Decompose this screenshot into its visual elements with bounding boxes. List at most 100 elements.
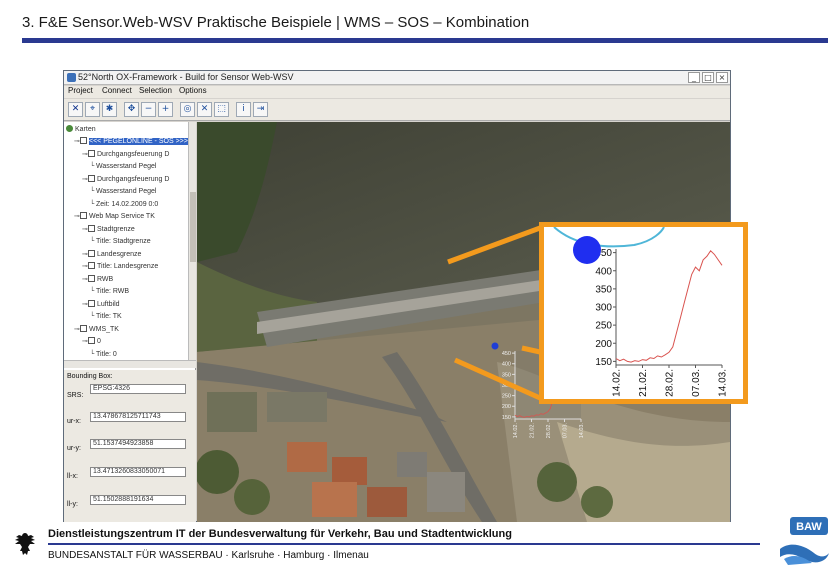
tree-item[interactable]: ⊸ Durchgangsfeuerung D bbox=[82, 174, 169, 185]
x-tick-label: 14.03. bbox=[579, 423, 585, 439]
y-tick-label: 450 bbox=[502, 351, 511, 357]
x-tick-label: 07.03. bbox=[562, 423, 568, 439]
tree-item[interactable]: ⊸ WMS_TK bbox=[74, 324, 119, 335]
title-divider bbox=[22, 38, 828, 43]
tree-root[interactable]: Karten bbox=[66, 124, 96, 135]
y-tick-label: 250 bbox=[502, 394, 511, 400]
tree-item-label: Stadtgrenze bbox=[97, 225, 135, 233]
tree-item-label: Luftbild bbox=[97, 300, 120, 308]
close-window-button[interactable]: × bbox=[716, 72, 728, 83]
layer-tree: Karten ⊸ <<< PEGELONLINE - SOS >>> ⊸ Durchg… bbox=[64, 122, 188, 360]
zoom-in-icon[interactable]: + bbox=[158, 102, 173, 117]
tree-item-label: Web Map Service TK bbox=[89, 213, 155, 220]
tree-item[interactable]: ⊸ <<< PEGELONLINE - SOS >>> bbox=[74, 136, 188, 147]
ll-y-field[interactable]: 51.1502888191634 bbox=[90, 495, 186, 505]
layer-checkbox[interactable] bbox=[88, 174, 95, 182]
tree-item-label: Durchgangsfeuerung D bbox=[97, 150, 170, 158]
srs-field[interactable]: EPSG:4326 bbox=[90, 384, 186, 394]
tree-item-label: 0 bbox=[97, 338, 101, 345]
layer-checkbox[interactable] bbox=[88, 224, 95, 232]
export-icon[interactable]: ⇥ bbox=[253, 102, 268, 117]
tree-item-label: Wasserstand Pegel bbox=[96, 163, 157, 170]
ur-x-field[interactable]: 13.478678125711743 bbox=[90, 412, 186, 422]
layer-checkbox[interactable] bbox=[88, 299, 95, 307]
zoom-out-icon[interactable]: − bbox=[141, 102, 156, 117]
tree-item[interactable]: └ Title: Stadtgrenze bbox=[90, 236, 151, 247]
y-tick-label: 150 bbox=[595, 357, 612, 368]
ll-y-label: ll-y: bbox=[67, 501, 78, 508]
tree-item-label: Wasserstand Pegel bbox=[96, 188, 157, 195]
footer-divider bbox=[48, 543, 760, 545]
y-tick-label: 400 bbox=[595, 266, 612, 277]
y-tick-label: 150 bbox=[502, 415, 511, 421]
reset-icon[interactable]: ◎ bbox=[180, 102, 195, 117]
pan-icon[interactable]: ✥ bbox=[124, 102, 139, 117]
y-tick-label: 300 bbox=[502, 383, 511, 389]
menu-selection[interactable]: Selection bbox=[139, 86, 172, 95]
footer-organization: Dienstleistungszentrum IT der Bundesverw… bbox=[48, 528, 512, 540]
x-tick-label: 14.03. bbox=[718, 369, 729, 397]
tree-item[interactable]: └ Wasserstand Pegel bbox=[90, 161, 156, 172]
x-tick-label: 21.02. bbox=[638, 369, 649, 397]
layer-checkbox[interactable] bbox=[88, 262, 95, 269]
tree-item[interactable]: └ Zeit: 14.02.2009 0:0 bbox=[90, 199, 158, 210]
layer-checkbox[interactable] bbox=[80, 324, 87, 332]
tree-item-label: <<< PEGELONLINE - SOS >>> bbox=[89, 138, 188, 145]
baw-logo-text: BAW bbox=[796, 521, 822, 533]
ur-y-label: ur-y: bbox=[67, 445, 81, 452]
tree-item[interactable]: ⊸ Durchgangsfeuerung D bbox=[82, 149, 169, 160]
ll-x-label: ll-x: bbox=[67, 473, 78, 480]
slide-title: 3. F&E Sensor.Web-WSV Praktische Beispie… bbox=[22, 14, 530, 31]
chart-callout: 150 200 250 300 350 400 450 14.02. 21.02. 28.02. 0… bbox=[539, 222, 748, 404]
tree-item[interactable]: └ Wasserstand Pegel bbox=[90, 186, 156, 197]
bounding-box-header: Bounding Box: bbox=[67, 373, 113, 380]
baw-logo: BAW bbox=[780, 517, 829, 565]
tree-horizontal-scrollbar[interactable] bbox=[64, 360, 196, 368]
layer-checkbox[interactable] bbox=[88, 337, 95, 344]
tree-item-label: Title: Landesgrenze bbox=[97, 263, 159, 270]
tree-item[interactable]: ⊸ Stadtgrenze bbox=[82, 224, 135, 235]
tree-item[interactable]: └ Title: RWB bbox=[90, 286, 129, 297]
tree-item[interactable]: ⊸ Title: Landesgrenze bbox=[82, 261, 158, 272]
layer-checkbox[interactable] bbox=[80, 212, 87, 219]
menu-project[interactable]: Project bbox=[68, 86, 93, 95]
tree-item[interactable]: ⊸ Web Map Service TK bbox=[74, 211, 155, 222]
info-icon[interactable]: i bbox=[236, 102, 251, 117]
range-ring-arc bbox=[553, 227, 665, 248]
layer-checkbox[interactable] bbox=[88, 149, 95, 157]
sensor-location-dot[interactable] bbox=[573, 236, 601, 264]
tree-vertical-scrollbar[interactable] bbox=[188, 122, 196, 360]
tree-item[interactable]: └ Title: 0 bbox=[90, 349, 117, 360]
y-tick-label: 350 bbox=[595, 284, 612, 295]
tree-item[interactable]: ⊸ Landesgrenze bbox=[82, 249, 141, 260]
minimize-button[interactable]: _ bbox=[688, 72, 700, 83]
layer-checkbox[interactable] bbox=[88, 274, 95, 282]
select-icon[interactable]: ⬚ bbox=[214, 102, 229, 117]
tree-item[interactable]: ⊸ Luftbild bbox=[82, 299, 120, 310]
tree-item[interactable]: ⊸ 0 bbox=[82, 336, 101, 347]
x-tick-label: 21.02. bbox=[529, 423, 535, 439]
tree-item-label: Title: TK bbox=[96, 313, 122, 320]
tree-item[interactable]: └ Title: TK bbox=[90, 311, 122, 322]
globe-icon bbox=[66, 125, 73, 132]
remove-icon[interactable]: ✕ bbox=[68, 102, 83, 117]
settings-icon[interactable]: ✱ bbox=[102, 102, 117, 117]
ll-x-field[interactable]: 13.4713260833050071 bbox=[90, 467, 186, 477]
y-tick-label: 200 bbox=[502, 404, 511, 410]
x-tick-label: 28.02. bbox=[665, 369, 676, 397]
maximize-button[interactable]: □ bbox=[702, 72, 714, 83]
ur-y-field[interactable]: 51.1537494923858 bbox=[90, 439, 186, 449]
tree-item-label: Title: 0 bbox=[96, 350, 117, 358]
scroll-thumb[interactable] bbox=[190, 192, 196, 262]
menu-options[interactable]: Options bbox=[179, 86, 207, 95]
menu-connect[interactable]: Connect bbox=[102, 86, 132, 95]
layer-checkbox[interactable] bbox=[80, 137, 87, 144]
ur-x-label: ur-x: bbox=[67, 418, 81, 425]
federal-eagle-logo bbox=[15, 533, 35, 555]
tree-item[interactable]: ⊸ RWB bbox=[82, 274, 113, 285]
tree-item-label: WMS_TK bbox=[89, 325, 119, 333]
zoom-extent-icon[interactable]: ⌖ bbox=[85, 102, 100, 117]
water-level-chart: 15020025030035040045014.02. 21.02. 28.02. 0… bbox=[553, 227, 729, 397]
layer-checkbox[interactable] bbox=[88, 249, 95, 257]
close-icon[interactable]: ✕ bbox=[197, 102, 212, 117]
